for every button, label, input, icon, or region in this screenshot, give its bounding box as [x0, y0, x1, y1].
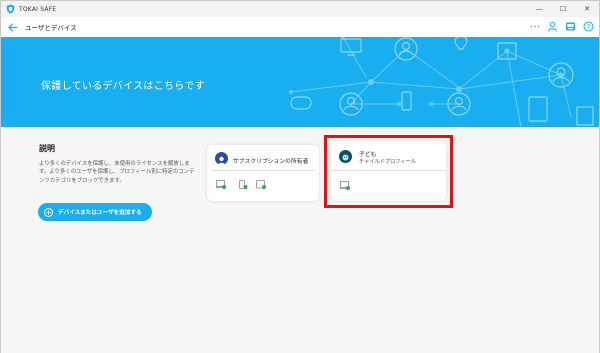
nav-actions: ? — [528, 20, 595, 33]
profile-card-owner[interactable]: サブスクリプションの所有者 — [207, 145, 319, 201]
page-title: ユーザとデバイス — [25, 24, 77, 32]
hero-title: 保護しているデバイスはこちらです — [41, 81, 205, 92]
add-device-or-user-button[interactable]: + デバイスまたはユーザを追加する — [38, 203, 152, 221]
laptop-icon — [216, 180, 226, 189]
devices-icon[interactable] — [564, 20, 577, 33]
app-title: TOKAI SAFE — [19, 5, 57, 13]
owner-name: サブスクリプションの所有者 — [233, 159, 309, 165]
maximize-button[interactable]: ☐ — [551, 1, 575, 17]
user-icon[interactable] — [546, 20, 559, 33]
more-icon[interactable] — [528, 20, 541, 33]
hero-banner: 保護しているデバイスはこちらです — [1, 37, 599, 127]
shield-logo-icon — [6, 4, 15, 14]
help-icon[interactable]: ? — [582, 20, 595, 33]
nav-bar: ユーザとデバイス ? — [1, 17, 599, 37]
arrow-left-icon — [8, 22, 18, 32]
back-button[interactable] — [7, 21, 19, 33]
app-window: TOKAI SAFE — ☐ ✕ ユーザとデバイス ? 保護しているデバイスはこ… — [0, 0, 600, 353]
minimize-button[interactable]: — — [527, 1, 551, 17]
window-controls: — ☐ ✕ — [527, 1, 599, 17]
close-button[interactable]: ✕ — [575, 1, 599, 17]
content-area: 説明 より多くのデバイスを保護し、未使用のライセンスを解放します。より多くのユー… — [1, 127, 599, 353]
plus-icon: + — [44, 207, 53, 217]
tablet-icon — [256, 180, 266, 189]
description-heading: 説明 — [39, 144, 55, 153]
title-bar: TOKAI SAFE — ☐ ✕ — [1, 1, 599, 17]
network-illustration-icon — [289, 37, 594, 127]
highlight-box — [324, 135, 453, 208]
card-divider — [212, 170, 314, 171]
description-text: より多くのデバイスを保護し、未使用のライセンスを解放します。より多くのユーザを保… — [39, 161, 195, 184]
phone-icon — [239, 180, 248, 189]
owner-avatar — [215, 152, 228, 166]
svg-text:?: ? — [587, 23, 591, 31]
add-button-label: デバイスまたはユーザを追加する — [58, 210, 142, 216]
